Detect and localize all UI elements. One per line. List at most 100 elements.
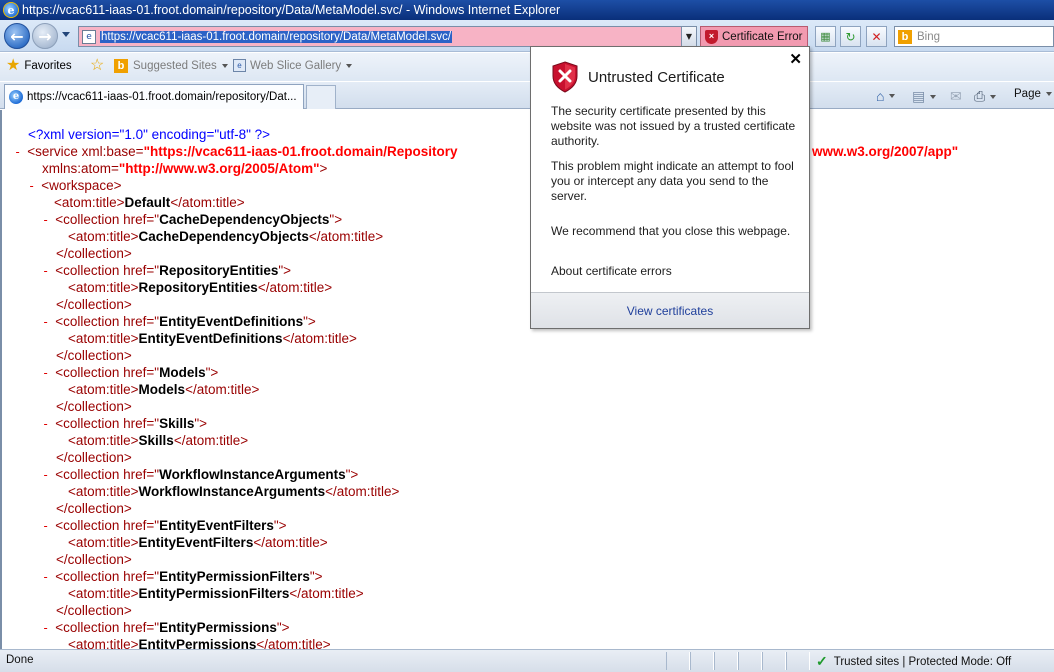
address-url[interactable]: https://vcac611-iaas-01.froot.domain/rep… [100, 30, 453, 43]
title-open-tag: <atom:title> [68, 382, 139, 397]
favorites-button[interactable]: ★ Favorites [6, 57, 72, 74]
new-tab-button[interactable] [306, 85, 336, 109]
xmlns-atom-attr: xmlns:atom= [42, 161, 119, 176]
feeds-dropdown-icon[interactable] [930, 94, 937, 99]
web-slice-icon: e [233, 59, 246, 72]
recent-pages-dropdown-icon[interactable] [62, 32, 70, 37]
rss-feed-icon: ▤ [912, 88, 926, 104]
title-open-tag: <atom:title> [68, 331, 139, 346]
collapse-toggle[interactable]: - [42, 366, 49, 380]
collection-open-tag: <collection href= [55, 365, 155, 380]
collection-close-tag: </collection> [56, 399, 132, 414]
workspace-tag: <workspace> [41, 178, 122, 193]
xml-collection-close-line: </collection> [56, 551, 132, 568]
collection-href-value: EntityPermissions [159, 620, 277, 635]
close-icon[interactable]: ✕ [789, 50, 802, 68]
xml-declaration-text: <?xml version="1.0" encoding="utf-8" ?> [28, 127, 271, 142]
title-open-tag: <atom:title> [68, 229, 139, 244]
collection-title-text: WorkflowInstanceArguments [138, 484, 326, 499]
xml-collection-close-line: </collection> [56, 449, 132, 466]
home-button[interactable]: ⌂ [876, 88, 896, 104]
collapse-toggle[interactable]: - [42, 417, 49, 431]
collection-open-tag: <collection href= [55, 263, 155, 278]
collapse-toggle[interactable]: - [28, 179, 35, 193]
search-placeholder[interactable]: Bing [917, 31, 940, 43]
search-box[interactable]: b Bing [894, 26, 1054, 47]
xml-collection-close-line: </collection> [56, 602, 132, 619]
collection-href-value: Skills [159, 416, 195, 431]
back-button[interactable]: ← [4, 23, 30, 49]
collection-title-text: CacheDependencyObjects [138, 229, 309, 244]
add-favorite-star-icon: ☆ [90, 57, 105, 74]
status-segment [714, 652, 738, 670]
suggested-sites-dropdown-icon [221, 64, 228, 68]
collapse-toggle[interactable]: - [42, 519, 49, 533]
collapse-toggle[interactable]: - [42, 315, 49, 329]
address-dropdown-icon[interactable]: ▼ [681, 27, 696, 46]
collapse-toggle[interactable]: - [42, 264, 49, 278]
collection-href-value: WorkflowInstanceArguments [159, 467, 346, 482]
mail-icon: ✉ [950, 88, 962, 104]
suggested-sites-icon: b [114, 59, 128, 73]
certificate-error-button[interactable]: × Certificate Error [700, 26, 808, 47]
quote-close: "> [329, 212, 343, 227]
print-button[interactable]: ⎙ [974, 88, 997, 105]
stop-icon: ✕ [871, 29, 882, 44]
add-favorites-button[interactable]: ☆ [90, 57, 108, 74]
shield-error-icon [552, 61, 578, 93]
tab-page-icon: e [9, 90, 23, 104]
suggested-sites-label: Suggested Sites [133, 60, 217, 72]
tab-active[interactable]: e https://vcac611-iaas-01.froot.domain/r… [4, 84, 304, 109]
web-slice-gallery-button[interactable]: e Web Slice Gallery [233, 59, 353, 72]
compatibility-view-button[interactable]: ▦ [815, 26, 836, 47]
tab-bar: e https://vcac611-iaas-01.froot.domain/r… [0, 82, 1054, 109]
page-menu-button[interactable]: Page [1014, 88, 1052, 100]
title-close-tag: </atom:title> [257, 280, 333, 295]
view-certificates-link[interactable]: View certificates [627, 304, 713, 318]
collapse-toggle[interactable]: - [14, 145, 21, 159]
quote-close: "> [278, 263, 292, 278]
xml-xmlns-atom-line: xmlns:atom="http://www.w3.org/2005/Atom"… [42, 160, 327, 177]
title-open-tag: <atom:title> [68, 535, 139, 550]
stop-button[interactable]: ✕ [866, 26, 887, 47]
collapse-toggle[interactable]: - [42, 570, 49, 584]
forward-button[interactable]: → [32, 23, 58, 49]
quote-close: "> [345, 467, 359, 482]
quote-close: "> [205, 365, 219, 380]
suggested-sites-button[interactable]: b Suggested Sites [114, 59, 228, 73]
status-segment [738, 652, 762, 670]
xml-collection-open-line: - <collection href="Skills"> [42, 415, 207, 432]
internet-explorer-icon: e [3, 2, 19, 18]
title-close-tag: </atom:title> [308, 229, 384, 244]
collapse-toggle[interactable]: - [42, 213, 49, 227]
about-certificate-errors-link[interactable]: About certificate errors [551, 264, 796, 279]
navigation-bar: ← → e https://vcac611-iaas-01.froot.doma… [0, 20, 1054, 52]
collection-title-text: Models [138, 382, 186, 397]
service-app-value: www.w3.org/2007/app" [812, 144, 959, 159]
title-close-tag: </atom:title> [173, 433, 249, 448]
xml-collection-open-line: - <collection href="EntityPermissionFilte… [42, 568, 323, 585]
read-mail-button[interactable]: ✉ [950, 88, 962, 105]
print-dropdown-icon[interactable] [990, 94, 997, 99]
collection-href-value: EntityPermissionFilters [159, 569, 310, 584]
collection-close-tag: </collection> [56, 297, 132, 312]
home-dropdown-icon[interactable] [889, 94, 896, 98]
title-open-tag: <atom:title> [68, 280, 139, 295]
xml-collection-open-line: - <collection href="RepositoryEntities"> [42, 262, 291, 279]
xmlns-atom-close: > [319, 161, 328, 176]
status-segment [690, 652, 714, 670]
address-bar[interactable]: e https://vcac611-iaas-01.froot.domain/r… [78, 26, 697, 47]
favorites-star-icon: ★ [6, 57, 21, 74]
refresh-button[interactable]: ↻ [840, 26, 861, 47]
xml-collection-open-line: - <collection href="Models"> [42, 364, 218, 381]
title-close-tag: </atom:title> [253, 535, 328, 550]
collapse-toggle[interactable]: - [42, 621, 49, 635]
collapse-toggle[interactable]: - [42, 468, 49, 482]
xml-collection-open-line: - <collection href="EntityEventFilters"> [42, 517, 287, 534]
xml-collection-title-line: <atom:title>Skills</atom:title> [68, 432, 248, 449]
security-zone[interactable]: ✓ Trusted sites | Protected Mode: Off [816, 653, 1011, 670]
collection-open-tag: <collection href= [55, 212, 155, 227]
xml-collection-close-line: </collection> [56, 347, 132, 364]
xml-collection-open-line: - <collection href="CacheDependencyObject… [42, 211, 342, 228]
feeds-button[interactable]: ▤ [912, 88, 937, 105]
